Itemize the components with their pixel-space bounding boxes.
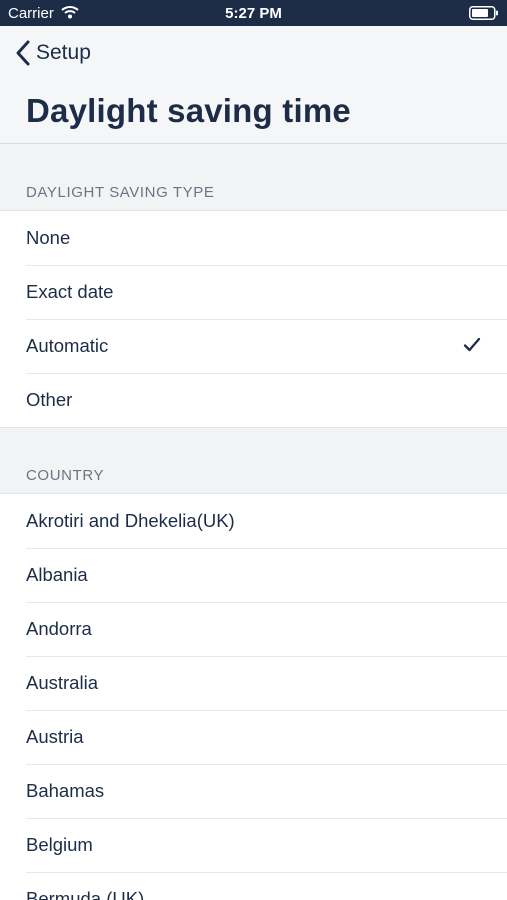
checkmark-icon	[463, 337, 481, 352]
country-label: Bahamas	[26, 780, 105, 801]
status-bar: Carrier 5:27 PM	[0, 0, 507, 26]
chevron-left-icon	[16, 40, 30, 66]
country-item-andorra[interactable]: Andorra	[0, 602, 507, 656]
country-label: Bermuda (UK)	[26, 888, 145, 900]
country-label: Andorra	[26, 618, 92, 639]
status-time: 5:27 PM	[225, 5, 282, 22]
country-label: Akrotiri and Dhekelia(UK)	[26, 510, 235, 531]
country-label: Albania	[26, 564, 88, 585]
country-item-austria[interactable]: Austria	[0, 710, 507, 764]
option-label: None	[26, 227, 71, 248]
back-button[interactable]: Setup	[14, 38, 91, 68]
dst-type-list: None Exact date Automatic Other	[0, 210, 507, 428]
country-label: Austria	[26, 726, 84, 747]
dst-option-none[interactable]: None	[0, 211, 507, 265]
page-title: Daylight saving time	[26, 92, 351, 129]
country-item-australia[interactable]: Australia	[0, 656, 507, 710]
country-list: Akrotiri and Dhekelia(UK) Albania Andorr…	[0, 493, 507, 900]
section-header-dst-type: DAYLIGHT SAVING TYPE	[26, 184, 215, 201]
option-label: Automatic	[26, 335, 109, 356]
country-label: Belgium	[26, 834, 93, 855]
country-item-bermuda[interactable]: Bermuda (UK)	[0, 872, 507, 900]
back-label: Setup	[36, 41, 91, 64]
country-label: Australia	[26, 672, 98, 693]
country-item-albania[interactable]: Albania	[0, 548, 507, 602]
option-label: Exact date	[26, 281, 114, 302]
country-item-akrotiri-dhekelia[interactable]: Akrotiri and Dhekelia(UK)	[0, 494, 507, 548]
option-label: Other	[26, 389, 73, 410]
dst-option-exact-date[interactable]: Exact date	[0, 265, 507, 319]
battery-icon	[469, 6, 498, 20]
country-item-belgium[interactable]: Belgium	[0, 818, 507, 872]
section-header-country: COUNTRY	[26, 467, 105, 484]
navigation-bar: Setup Daylight saving time	[0, 26, 507, 144]
dst-option-automatic[interactable]: Automatic	[0, 319, 507, 373]
dst-option-other[interactable]: Other	[0, 373, 507, 427]
country-item-bahamas[interactable]: Bahamas	[0, 764, 507, 818]
